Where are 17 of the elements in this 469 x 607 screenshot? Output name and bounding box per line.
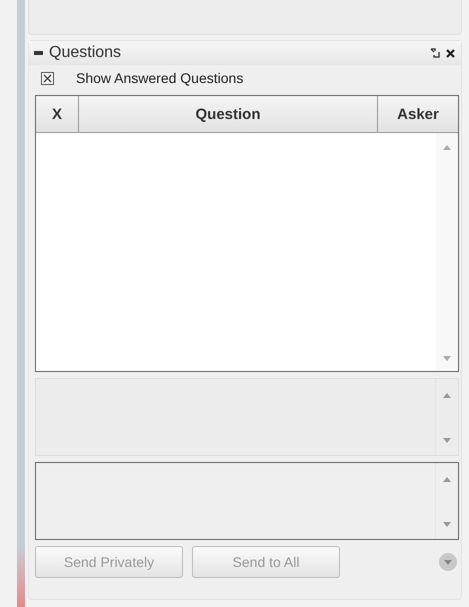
scrollbar[interactable] [436,133,458,371]
scroll-down-icon[interactable] [443,522,451,527]
column-header[interactable]: Question [79,96,378,132]
scroll-up-icon[interactable] [443,477,451,482]
panel-title: Questions [49,44,122,62]
column-header[interactable]: X [36,96,79,132]
checkbox-label: Show Answered Questions [76,70,244,86]
scroll-down-icon[interactable] [443,356,451,361]
close-icon[interactable] [446,48,455,58]
restore-icon[interactable] [430,48,440,58]
checkbox[interactable] [41,72,54,84]
dropdown-icon[interactable] [439,553,457,571]
scroll-up-icon[interactable] [443,393,451,398]
scroll-down-icon[interactable] [443,438,451,443]
input-field[interactable] [35,462,459,540]
scroll-up-icon[interactable] [443,145,451,150]
column-header[interactable]: Asker [378,96,458,132]
